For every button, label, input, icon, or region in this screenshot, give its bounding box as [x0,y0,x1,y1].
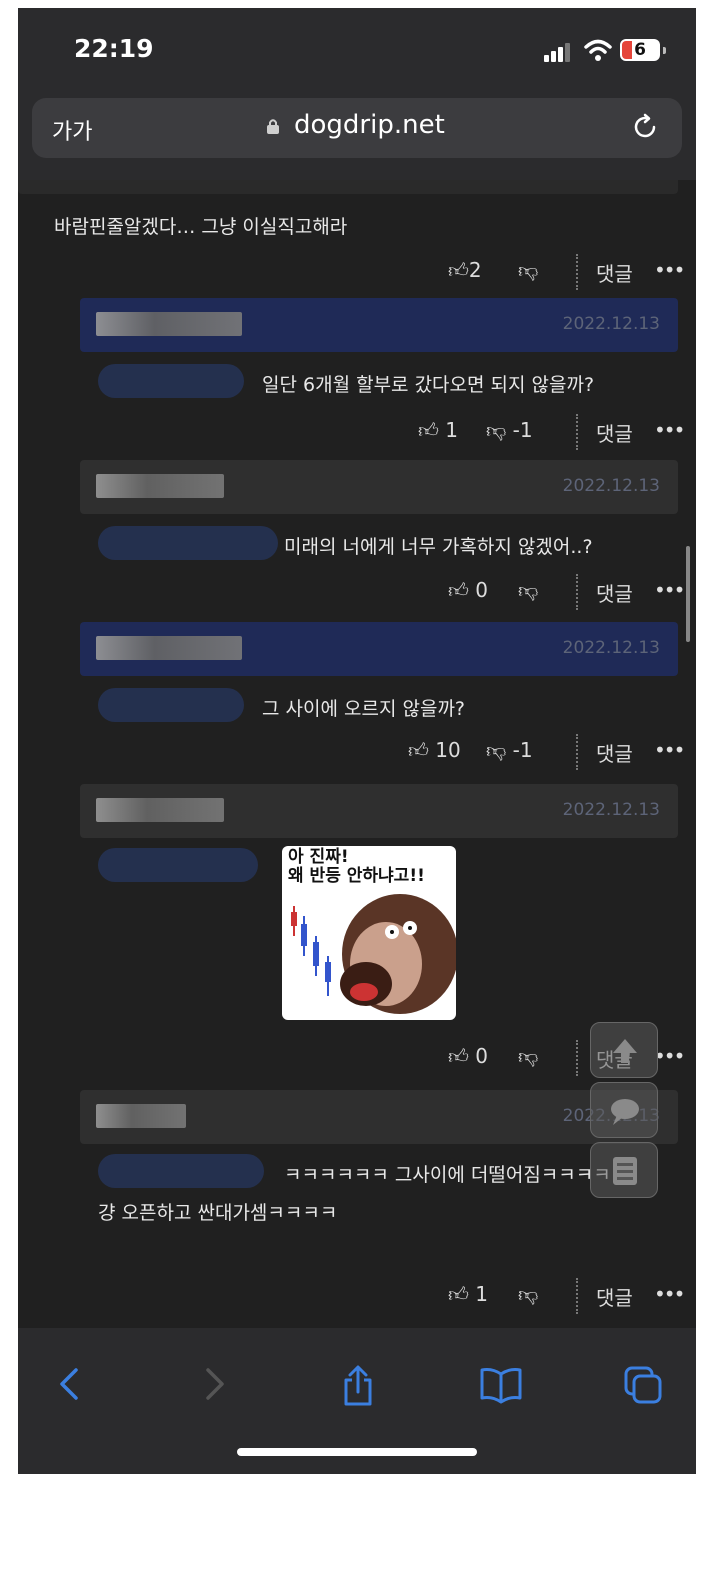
reply-button[interactable]: 댓글 [596,578,633,607]
comment-text: 일단 6개월 할부로 갔다오면 되지 않을까? [262,374,595,396]
phone-screen: 22:19 6 가가 dogdrip.net 바람핀줄알겠다… 그냥 이실직고해… [18,8,696,1474]
battery-icon: 6 [620,39,660,61]
comment-actions: 👍︎ 10 👎︎ -1 댓글 ••• [398,732,688,772]
status-bar: 22:19 6 [18,8,696,96]
scroll-top-button[interactable] [590,1022,658,1078]
sticker-image: 아 진짜! 왜 반등 안하냐고!! [282,846,456,1020]
like-count: 10 [435,738,461,762]
address-bar-area: 가가 dogdrip.net [18,96,696,180]
dislike-count: -1 [512,418,533,442]
comment-date: 2022.12.13 [562,800,660,820]
tabs-icon[interactable] [622,1364,664,1406]
comment-header: 2022.12.13 [80,460,678,514]
dislike-button[interactable]: 👎︎ [518,578,538,603]
divider [576,1278,578,1314]
blurred-username [96,1104,186,1128]
mention-tag[interactable] [98,526,278,560]
forward-icon[interactable] [200,1364,230,1404]
mention-tag[interactable] [98,364,244,398]
dislike-button[interactable]: 👎︎ -1 [486,738,533,763]
comment-text-line1: ㅋㅋㅋㅋㅋㅋ 그사이에 더떨어짐ㅋㅋㅋㅋ [284,1164,611,1186]
divider [576,734,578,770]
comment-actions: 👍︎ 1 👎︎ -1 댓글 ••• [408,412,688,452]
text-size-button[interactable]: 가가 [52,114,92,146]
back-icon[interactable] [54,1364,84,1404]
url-text: dogdrip.net [294,110,445,140]
battery-tip [663,47,666,54]
comment-text: 바람핀줄알겠다… 그냥 이실직고해라 [54,216,348,238]
address-bar[interactable]: 가가 dogdrip.net [32,98,682,158]
like-count: 0 [475,578,488,602]
dislike-button[interactable]: 👎︎ [518,258,538,283]
divider [576,1040,578,1076]
comment-actions: 👍︎ 0 👎︎ 댓글 ••• [438,572,688,612]
comment-date: 2022.12.13 [562,638,660,658]
dislike-count: -1 [512,738,533,762]
wifi-icon [584,39,612,61]
bookmarks-icon[interactable] [478,1364,524,1404]
comment-text: 미래의 너에게 너무 가혹하지 않겠어..? [284,536,593,558]
more-options-icon[interactable]: ••• [654,1282,685,1306]
dislike-button[interactable]: 👎︎ -1 [486,418,533,443]
divider [576,254,578,290]
comment-date: 2022.12.13 [562,476,660,496]
cellular-signal-icon [544,42,570,62]
like-count: 1 [475,1282,488,1306]
dislike-button[interactable]: 👎︎ [518,1044,538,1069]
list-icon [613,1157,637,1185]
previous-comment-edge [18,180,678,194]
comment-text-line2: 걍 오픈하고 싼대가셈ㅋㅋㅋㅋ [98,1202,338,1224]
blurred-username [96,798,224,822]
browser-toolbar [18,1328,696,1474]
comment-text: 그 사이에 오르지 않을까? [262,698,466,720]
blurred-username [96,312,242,336]
mention-tag[interactable] [98,688,244,722]
reply-button[interactable]: 댓글 [596,258,633,287]
reload-icon[interactable] [630,112,660,142]
reply-button[interactable]: 댓글 [596,1282,633,1311]
mention-tag[interactable] [98,848,258,882]
more-options-icon[interactable]: ••• [654,258,685,282]
divider [576,414,578,450]
reply-button[interactable]: 댓글 [596,738,633,767]
more-options-icon[interactable]: ••• [654,738,685,762]
like-button[interactable]: 👍︎2 [448,258,482,283]
list-button[interactable] [590,1142,658,1198]
like-button[interactable]: 👍︎ 0 [448,578,488,603]
like-count: 0 [475,1044,488,1068]
like-button[interactable]: 👍︎ 10 [408,738,461,763]
comment-actions: 👍︎2 👎︎ 댓글 ••• [438,252,688,292]
comment-header: 2022.12.13 [80,622,678,676]
reply-button[interactable]: 댓글 [596,418,633,447]
comment-header: 2022.12.13 [80,298,678,352]
comment-header: 2022.12.13 [80,1090,678,1144]
blurred-username [96,474,224,498]
clock: 22:19 [74,34,154,63]
blurred-username [96,636,242,660]
comment-header: 2022.12.13 [80,784,678,838]
comment-date: 2022.12.13 [562,314,660,334]
monkey-sticker-drawing [291,894,456,1014]
mention-tag[interactable] [98,1154,264,1188]
battery-level: 6 [634,40,646,60]
like-button[interactable]: 👍︎ 0 [448,1044,488,1069]
like-button[interactable]: 👍︎ 1 [448,1282,488,1307]
chat-bubble-icon [611,1099,639,1125]
dislike-button[interactable]: 👎︎ [518,1282,538,1307]
lock-icon [267,119,279,134]
comment-actions: 👍︎ 1 👎︎ 댓글 ••• [438,1276,688,1316]
arrow-up-icon [613,1039,637,1063]
like-count: 2 [468,258,482,282]
like-count: 1 [445,418,458,442]
like-button[interactable]: 👍︎ 1 [418,418,458,443]
more-options-icon[interactable]: ••• [654,418,685,442]
share-icon[interactable] [338,1364,378,1408]
home-indicator [237,1448,477,1456]
more-options-icon[interactable]: ••• [654,578,685,602]
comments-button[interactable] [590,1082,658,1138]
divider [576,574,578,610]
